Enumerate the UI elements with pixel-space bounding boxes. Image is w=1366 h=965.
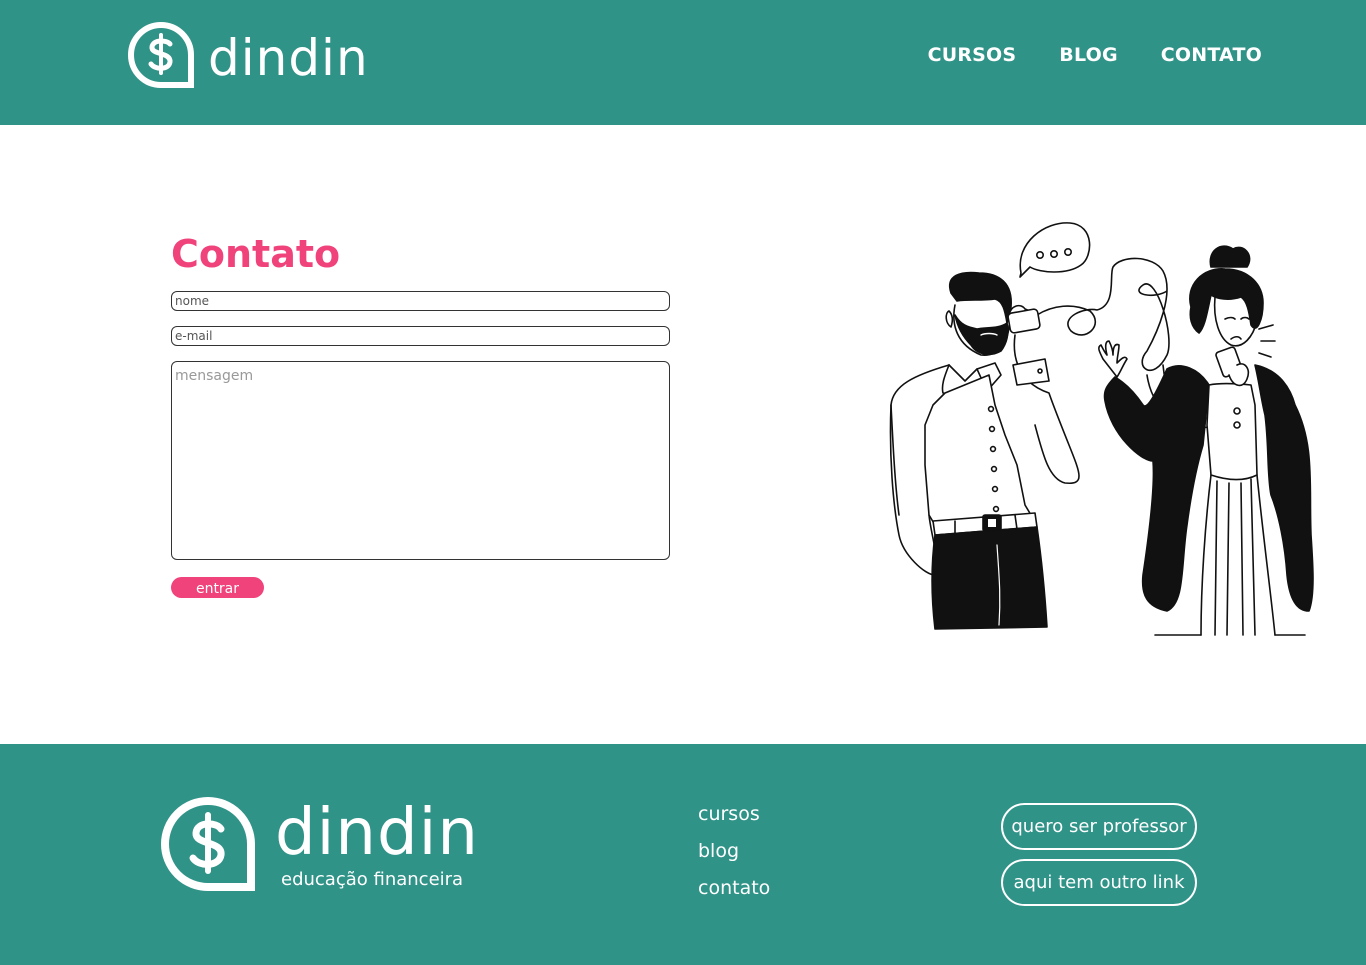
footer-link-contato[interactable]: contato: [698, 876, 770, 900]
dollar-bubble-icon: [128, 22, 194, 88]
footer-link-blog[interactable]: blog: [698, 839, 770, 863]
nav-item-blog[interactable]: BLOG: [1059, 44, 1117, 66]
nav-item-contato[interactable]: CONTATO: [1161, 44, 1262, 66]
message-field[interactable]: [171, 361, 670, 560]
nav-item-cursos[interactable]: CURSOS: [928, 44, 1017, 66]
site-footer: dindin educação financeira cursos blog c…: [0, 744, 1366, 965]
main-nav: CURSOS BLOG CONTATO: [928, 44, 1262, 66]
page-title: Contato: [171, 232, 341, 276]
name-field[interactable]: [171, 291, 670, 311]
dollar-bubble-icon: [161, 796, 255, 891]
footer-logo-text: dindin: [275, 796, 479, 870]
professor-button[interactable]: quero ser professor: [1001, 803, 1197, 850]
footer-tagline: educação financeira: [281, 869, 464, 890]
tin-can-phone-illustration: [889, 222, 1314, 636]
logo-text: dindin: [208, 29, 369, 87]
header-logo[interactable]: dindin: [128, 22, 369, 88]
submit-button[interactable]: entrar: [171, 577, 264, 598]
footer-nav: cursos blog contato: [698, 802, 770, 913]
site-header: dindin CURSOS BLOG CONTATO: [0, 0, 1366, 125]
footer-logo[interactable]: dindin educação financeira: [161, 796, 478, 895]
other-link-button[interactable]: aqui tem outro link: [1001, 859, 1197, 906]
footer-link-cursos[interactable]: cursos: [698, 802, 770, 826]
email-field[interactable]: [171, 326, 670, 346]
